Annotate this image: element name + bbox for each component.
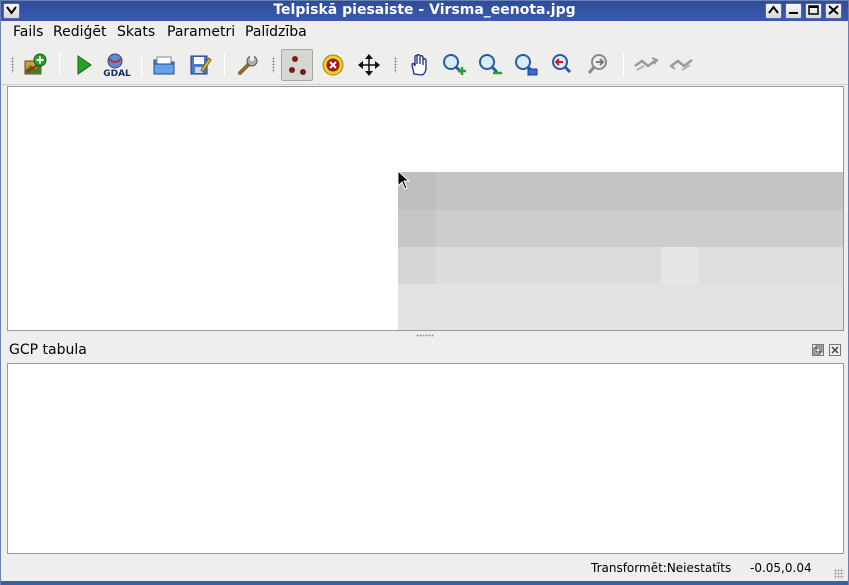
- status-bar: Transformēt:Neiestatīts -0.05,0.04: [1, 557, 848, 581]
- toolbar-separator: [224, 53, 225, 77]
- minimize-icon[interactable]: [785, 3, 802, 19]
- save-gcp-points-icon[interactable]: [184, 49, 216, 81]
- menu-bar: Fails Rediģēt Skats Parametri Palīdzība: [1, 21, 848, 45]
- start-georeferencing-icon[interactable]: [67, 49, 99, 81]
- gcp-table[interactable]: [7, 363, 844, 554]
- menu-view[interactable]: Skats: [117, 24, 155, 40]
- toolbar-separator: [141, 53, 142, 77]
- open-raster-icon[interactable]: [19, 49, 51, 81]
- generate-gdal-script-icon[interactable]: GDAL: [101, 49, 133, 81]
- coordinate-readout: -0.05,0.04: [750, 561, 812, 575]
- close-icon[interactable]: [825, 3, 842, 19]
- toolbar-grip[interactable]: [272, 57, 275, 73]
- zoom-out-icon[interactable]: [474, 49, 506, 81]
- close-dock-icon[interactable]: [829, 344, 841, 356]
- raster-image: [398, 172, 843, 330]
- mouse-cursor-icon: [397, 169, 411, 194]
- gcp-dock-title: GCP tabula: [9, 342, 87, 358]
- transform-status: Transformēt:Neiestatīts: [591, 561, 732, 575]
- window-bottom-border: [1, 581, 848, 585]
- menu-file[interactable]: Fails: [13, 24, 43, 40]
- toolbar-separator: [623, 53, 624, 77]
- float-dock-icon[interactable]: [812, 344, 824, 356]
- menu-settings[interactable]: Parametri: [167, 24, 235, 40]
- resize-grip[interactable]: [834, 569, 844, 579]
- transformation-settings-icon[interactable]: [232, 49, 264, 81]
- toolbar-grip[interactable]: [11, 57, 14, 73]
- link-qgis-to-georef-icon[interactable]: [666, 49, 698, 81]
- delete-point-icon[interactable]: [317, 49, 349, 81]
- zoom-next-icon[interactable]: [582, 49, 614, 81]
- maximize-icon[interactable]: [805, 3, 822, 19]
- dock-splitter[interactable]: [1, 332, 848, 338]
- menu-help[interactable]: Palīdzība: [245, 24, 307, 40]
- map-canvas[interactable]: [7, 86, 844, 331]
- svg-text:GDAL: GDAL: [103, 69, 131, 78]
- toolbar-separator: [59, 53, 60, 77]
- link-georef-to-qgis-icon[interactable]: [630, 49, 662, 81]
- zoom-last-icon[interactable]: [546, 49, 578, 81]
- title-bar[interactable]: Telpiskā piesaiste - Virsma_eenota.jpg: [1, 1, 848, 21]
- toolbar: GDAL: [1, 45, 848, 85]
- pan-icon[interactable]: [403, 49, 435, 81]
- move-point-icon[interactable]: [353, 49, 385, 81]
- toolbar-grip[interactable]: [394, 57, 397, 73]
- menu-edit[interactable]: Rediģēt: [53, 24, 106, 40]
- load-gcp-points-icon[interactable]: [148, 49, 180, 81]
- window-title: Telpiskā piesaiste - Virsma_eenota.jpg: [273, 2, 576, 18]
- add-point-icon[interactable]: [281, 49, 313, 81]
- zoom-in-icon[interactable]: [438, 49, 470, 81]
- georeferencer-window: Telpiskā piesaiste - Virsma_eenota.jpg F…: [0, 0, 849, 585]
- scroll-up-icon[interactable]: [765, 3, 782, 19]
- zoom-to-layer-icon[interactable]: [510, 49, 542, 81]
